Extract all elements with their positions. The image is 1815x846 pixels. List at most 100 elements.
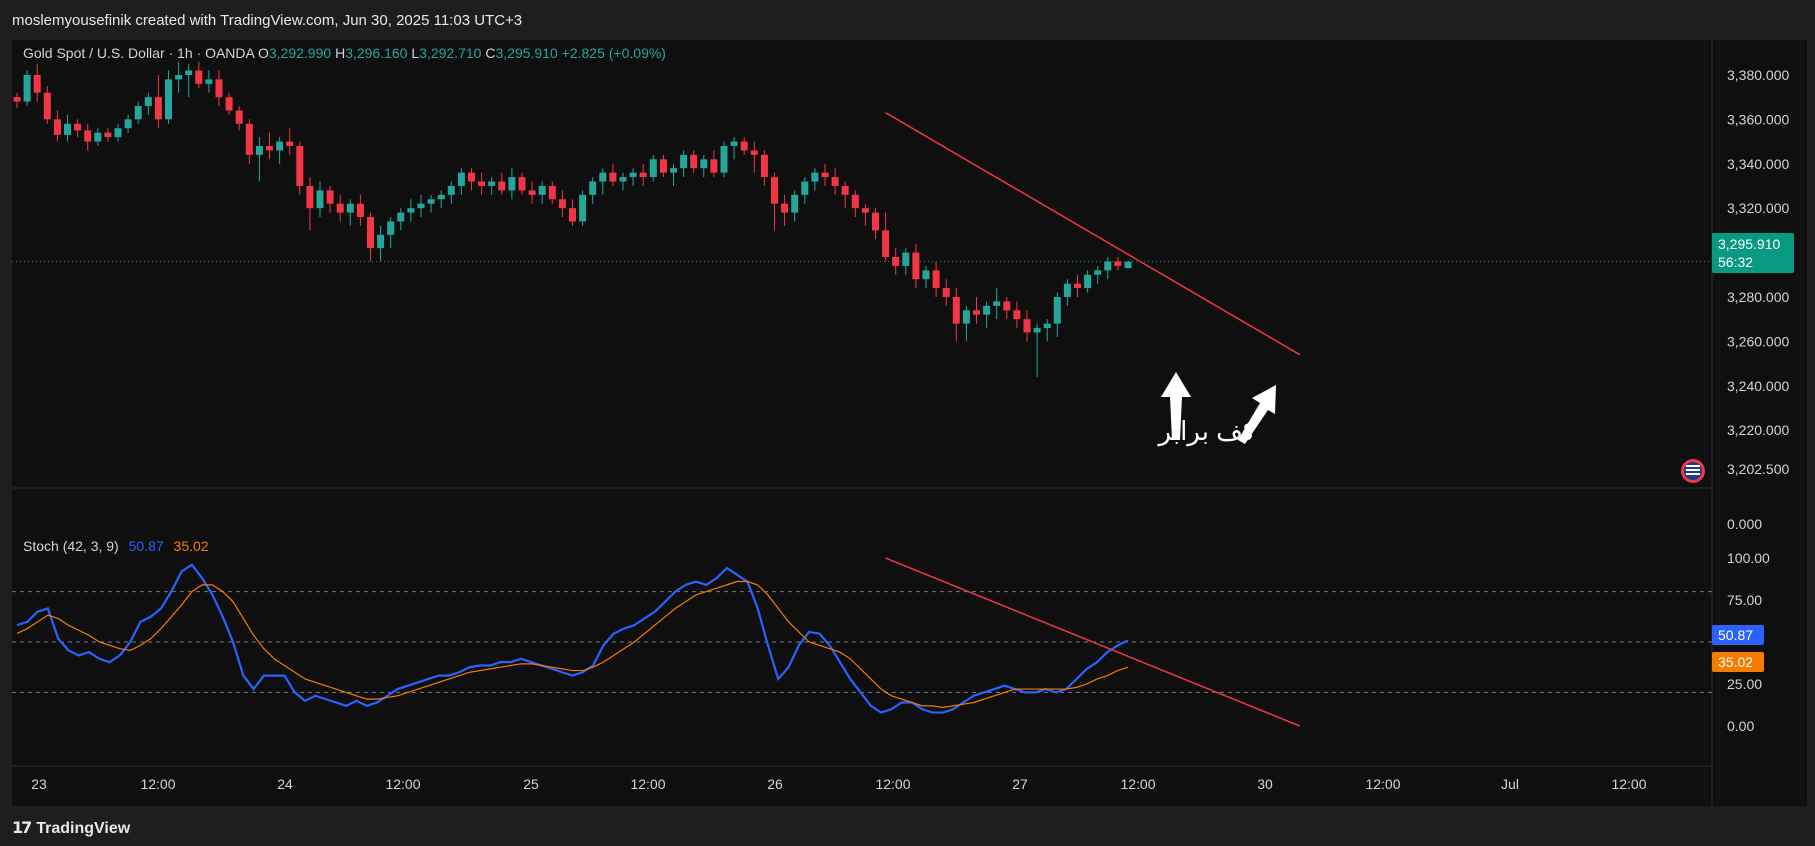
candle-body	[831, 177, 839, 186]
candle-body	[558, 199, 566, 209]
candle-body	[791, 194, 799, 213]
candle-body	[114, 128, 122, 138]
candle-body	[175, 74, 183, 80]
low-value: 3,292.710	[419, 45, 482, 61]
stoch-k-value: 50.87	[128, 538, 164, 554]
candle-body	[1023, 319, 1031, 333]
candle-body	[801, 181, 809, 195]
candle-body	[144, 97, 152, 107]
candle-body	[276, 141, 284, 151]
candle-body	[134, 106, 142, 120]
candle-body	[346, 203, 354, 213]
candle-body	[367, 217, 374, 249]
time-tick-label: 23	[31, 776, 47, 792]
price-tick-label: 0.000	[1727, 516, 1762, 532]
candle-body	[53, 119, 61, 135]
change-value: +2.825 (+0.09%)	[561, 45, 666, 61]
symbol-name[interactable]: Gold Spot / U.S. Dollar · 1h · OANDA	[23, 45, 254, 61]
candle-body	[811, 172, 819, 182]
candle-body	[1094, 270, 1102, 275]
candle-body	[336, 203, 344, 213]
candle-body	[710, 159, 718, 173]
close-label: C	[485, 45, 496, 61]
candle-body	[680, 154, 688, 169]
candle-body	[892, 256, 900, 266]
candle-body	[760, 154, 768, 178]
candle-body	[922, 270, 930, 280]
candle-body	[538, 185, 546, 195]
candle-body	[296, 145, 304, 186]
price-tick-label: 3,260.000	[1727, 333, 1789, 349]
tradingview-brand: TradingView	[36, 820, 131, 837]
symbol-legend: Gold Spot / U.S. Dollar · 1h · OANDA O3,…	[23, 45, 666, 61]
candle-body	[518, 177, 526, 191]
price-tick-label: 3,280.000	[1727, 289, 1789, 305]
time-tick-label: Jul	[1501, 776, 1519, 792]
price-tick-label: 3,320.000	[1727, 200, 1789, 216]
high-label: H	[335, 45, 346, 61]
time-tick-label: 12:00	[1120, 776, 1155, 792]
candle-body	[569, 208, 576, 222]
price-tick-label: 3,340.000	[1727, 156, 1789, 172]
candle-body	[488, 181, 496, 186]
candle-body	[104, 132, 112, 138]
candle-body	[427, 199, 435, 204]
time-tick-label: 12:00	[1611, 776, 1646, 792]
time-tick-label: 12:00	[875, 776, 910, 792]
candle-body	[1013, 310, 1021, 320]
candle-body	[417, 203, 425, 209]
candle-body	[912, 252, 920, 280]
candle-body	[1104, 261, 1112, 271]
price-tick-label: 3,220.000	[1727, 422, 1789, 438]
candle-body	[447, 185, 455, 195]
chart-canvas[interactable]: 3,380.0003,360.0003,340.0003,320.0003,30…	[12, 40, 1807, 806]
candle-body	[23, 74, 31, 102]
candle-body	[902, 252, 910, 266]
candle-body	[64, 123, 71, 135]
candle-body	[205, 79, 213, 84]
candle-body	[498, 181, 506, 191]
time-tick-label: 30	[1257, 776, 1273, 792]
stoch-tick-label: 75.00	[1727, 592, 1762, 608]
candle-body	[740, 141, 748, 151]
candle-body	[599, 172, 607, 182]
candle-body	[306, 185, 314, 209]
candle-body	[397, 212, 405, 222]
candle-body	[478, 181, 486, 186]
candle-body	[316, 190, 324, 209]
candle-body	[528, 190, 536, 195]
candle-body	[882, 230, 890, 257]
stoch-tick-label: 100.00	[1727, 550, 1770, 566]
candle-body	[639, 172, 647, 178]
high-value: 3,296.160	[345, 45, 408, 61]
time-tick-label: 12:00	[385, 776, 420, 792]
candle-body	[861, 208, 869, 213]
price-tick-label: 3,360.000	[1727, 111, 1789, 127]
candle-body	[548, 185, 556, 200]
candle-body	[973, 310, 980, 315]
candle-body	[225, 97, 233, 111]
candle-body	[629, 172, 637, 178]
candle-body	[952, 296, 960, 324]
candle-body	[84, 130, 92, 142]
candle-body	[841, 185, 849, 195]
stoch-title[interactable]: Stoch (42, 3, 9)	[23, 538, 119, 554]
chart-background	[12, 40, 1807, 806]
candle-body	[932, 270, 940, 289]
candle-body	[457, 172, 465, 186]
candle-body	[1043, 323, 1051, 329]
stoch-legend: Stoch (42, 3, 9) 50.87 35.02	[23, 538, 209, 554]
stoch-k-badge: 50.87	[1712, 625, 1764, 645]
candle-body	[720, 145, 728, 173]
candle-body	[983, 305, 991, 315]
candle-body	[993, 301, 1001, 306]
annotation-text: کف برابر	[1157, 416, 1257, 447]
stoch-d-value: 35.02	[173, 538, 209, 554]
candle-body	[1003, 301, 1011, 311]
stoch-d-badge: 35.02	[1712, 652, 1764, 672]
candle-body	[165, 79, 172, 120]
candle-body	[508, 177, 516, 191]
flag-icon[interactable]	[1681, 459, 1705, 483]
price-tick-label: 3,380.000	[1727, 67, 1789, 83]
tradingview-logo[interactable]: 𝟭𝟳 TradingView	[12, 818, 130, 838]
